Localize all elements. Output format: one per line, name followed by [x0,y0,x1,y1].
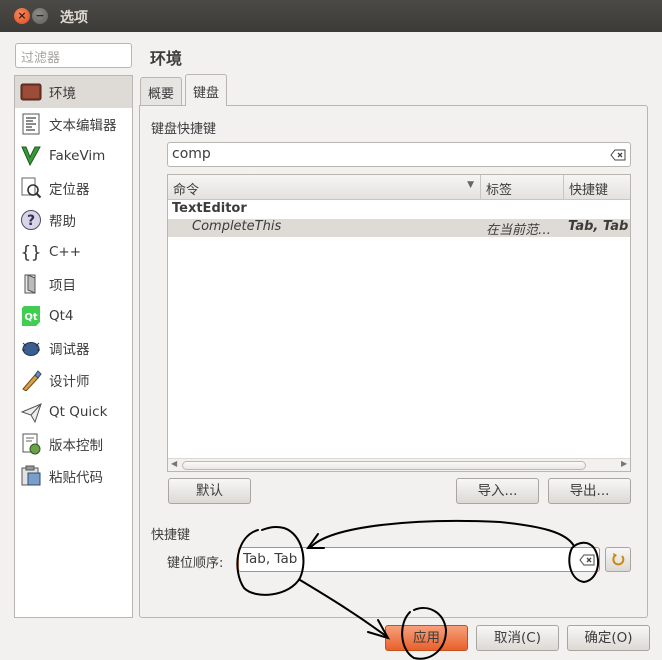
version-control-icon [19,432,43,456]
sidebar-item-label: 帮助 [49,214,76,230]
sidebar-item-label: 项目 [49,278,76,294]
horizontal-scrollbar[interactable]: ◀ ▶ [168,458,630,471]
environment-icon [19,80,43,104]
column-shortcut-label: 快捷键 [569,183,609,198]
sidebar-item-label: 粘贴代码 [49,470,103,486]
minimize-window-button[interactable]: − [32,8,48,24]
sort-desc-icon: ▼ [467,180,474,190]
export-button[interactable]: 导出... [548,478,631,504]
tree-row-group[interactable]: TextEditor [168,201,630,219]
column-header-shortcut[interactable]: 快捷键 [564,175,630,199]
sidebar-item-project[interactable]: 项目 [15,268,132,300]
title-bar: × − 选项 [0,0,662,32]
sidebar-item-label: FakeVim [49,148,106,164]
sidebar-item-code-paste[interactable]: 粘贴代码 [15,460,132,492]
code-paste-icon [19,464,43,488]
clear-search-icon[interactable] [610,149,626,161]
fakevim-icon [19,144,43,168]
row-label: 在当前范… [486,223,552,238]
category-sidebar: 环境 文本编辑器 FakeVim 定位器 ? 帮助 {} C++ 项目 Qt Q… [14,75,133,618]
sidebar-item-label: C++ [49,244,82,260]
sidebar-item-help[interactable]: ? 帮助 [15,204,132,236]
sidebar-item-label: Qt Quick [49,404,108,420]
column-command-label: 命令 [173,183,200,198]
qt4-icon: Qt [19,304,43,328]
column-header-command[interactable]: 命令 ▼ [168,175,481,199]
shortcut-search-input[interactable]: comp [167,142,631,167]
sidebar-item-label: 文本编辑器 [49,118,117,134]
sidebar-item-designer[interactable]: 设计师 [15,364,132,396]
sidebar-item-qt4[interactable]: Qt Qt4 [15,300,132,332]
scroll-left-icon[interactable]: ◀ [171,459,177,468]
sidebar-item-label: 定位器 [49,182,90,198]
cpp-icon: {} [19,240,43,264]
column-header-label[interactable]: 标签 [481,175,564,199]
help-icon: ? [19,208,43,232]
tab-label: 概要 [148,87,175,102]
svg-text:?: ? [27,213,35,229]
cancel-button[interactable]: 取消(C) [476,625,559,651]
designer-icon [19,368,43,392]
sidebar-item-fakevim[interactable]: FakeVim [15,140,132,172]
filter-placeholder: 过滤器 [21,51,61,66]
sidebar-item-label: Qt4 [49,308,74,324]
debugger-icon [19,336,43,360]
text-editor-icon [19,112,43,136]
sidebar-item-label: 版本控制 [49,438,103,454]
close-window-button[interactable]: × [14,8,30,24]
qt-quick-icon [19,400,43,424]
page-title: 环境 [150,49,183,68]
svg-text:{}: {} [21,243,41,263]
row-shortcut: Tab, Tab [568,219,629,234]
sidebar-item-locator[interactable]: 定位器 [15,172,132,204]
sidebar-item-cpp[interactable]: {} C++ [15,236,132,268]
svg-text:Qt: Qt [24,312,38,323]
window-title: 选项 [60,10,88,26]
import-button[interactable]: 导入... [456,478,539,504]
scroll-right-icon[interactable]: ▶ [621,459,627,468]
tree-header: 命令 ▼ 标签 快捷键 [168,175,630,200]
ok-button[interactable]: 确定(O) [567,625,650,651]
key-sequence-value: Tab, Tab [243,551,298,567]
tab-general[interactable]: 概要 [140,77,183,105]
row-command: CompleteThis [192,219,282,234]
shortcut-section-label: 快捷键 [151,528,191,543]
filter-input[interactable]: 过滤器 [15,43,132,68]
key-sequence-input[interactable]: Tab, Tab [238,547,600,572]
sidebar-item-environment[interactable]: 环境 [15,76,132,108]
search-value: comp [172,146,211,162]
row-command: TextEditor [172,201,247,216]
project-icon [19,272,43,296]
apply-button[interactable]: 应用 [385,625,468,651]
column-label-label: 标签 [486,183,513,198]
keyboard-shortcuts-label: 键盘快捷键 [151,122,217,137]
sidebar-item-debugger[interactable]: 调试器 [15,332,132,364]
reset-icon [612,553,625,566]
reset-sequence-button[interactable] [605,547,631,572]
scrollbar-thumb[interactable] [182,461,586,470]
sidebar-item-qt-quick[interactable]: Qt Quick [15,396,132,428]
default-button[interactable]: 默认 [168,478,251,504]
key-sequence-label: 键位顺序: [167,556,224,571]
sidebar-item-version-control[interactable]: 版本控制 [15,428,132,460]
clear-sequence-icon[interactable] [579,554,595,566]
sidebar-item-text-editor[interactable]: 文本编辑器 [15,108,132,140]
sidebar-item-label: 环境 [49,86,76,102]
shortcut-tree[interactable]: 命令 ▼ 标签 快捷键 TextEditor CompleteThis 在当前范… [167,174,631,472]
locator-icon [19,176,43,200]
tab-label: 键盘 [193,86,220,101]
tab-keyboard[interactable]: 键盘 [185,74,228,106]
sidebar-item-label: 调试器 [49,342,90,358]
sidebar-item-label: 设计师 [49,374,90,390]
tree-row-selected[interactable]: CompleteThis 在当前范… Tab, Tab [168,219,630,238]
